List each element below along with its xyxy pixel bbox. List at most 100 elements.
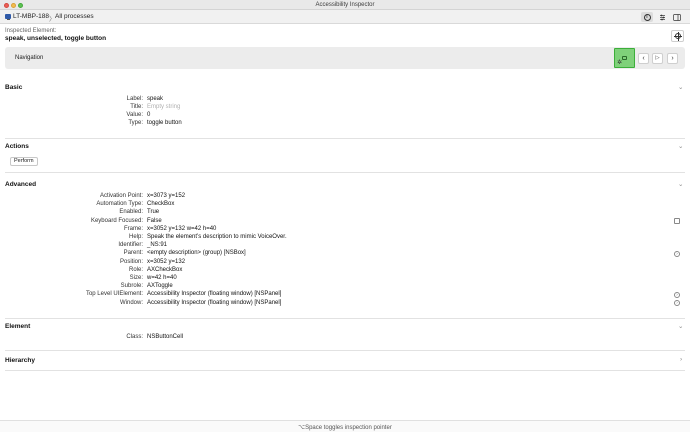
crosshair-icon — [673, 32, 683, 41]
property-row: Frame: x=3052 y=132 w=42 h=40 — [0, 226, 690, 234]
chevron-down-icon[interactable]: ⌄ — [678, 142, 683, 150]
property-key: Subrole: — [120, 283, 143, 290]
property-key: Automation Type: — [96, 201, 143, 208]
property-key: Window: — [119, 299, 143, 306]
property-value: Accessibility Inspector (floating window… — [147, 299, 282, 306]
property-value: NSButtonCell — [147, 334, 184, 340]
settings-button[interactable] — [656, 12, 668, 22]
window-navigate-icon[interactable]: › — [674, 300, 680, 306]
property-key: Top Level UIElement: — [85, 291, 143, 298]
inspection-pointer-button[interactable] — [671, 30, 684, 42]
property-row: Subrole: AXToggle — [0, 283, 690, 291]
sidebar-icon — [673, 13, 681, 21]
property-key: Identifier: — [118, 242, 143, 249]
navigation-bar: Navigation ✲ ‹ ▷ › — [5, 47, 685, 69]
property-value: False — [147, 217, 162, 224]
divider — [5, 318, 685, 319]
section-hierarchy-title[interactable]: Hierarchy — [5, 357, 35, 364]
property-row: Automation Type: CheckBox — [0, 201, 690, 209]
previous-element-button[interactable]: ‹ — [638, 53, 649, 64]
property-value: x=3052 y=132 w=42 h=40 — [147, 225, 217, 232]
property-value: AXToggle — [147, 283, 173, 290]
top-level-navigate-icon[interactable]: › — [674, 292, 680, 298]
section-element-title[interactable]: Element — [5, 323, 30, 330]
section-actions-title[interactable]: Actions — [5, 143, 29, 150]
property-row: Identifier: _NS:91 — [0, 242, 690, 250]
property-key: Position: — [119, 258, 143, 265]
property-key: Enabled: — [119, 209, 143, 216]
property-row: Role: AXCheckBox — [0, 267, 690, 275]
divider — [5, 172, 685, 173]
property-row: Type: toggle button — [0, 120, 690, 128]
inspector-info-button[interactable]: i — [641, 12, 653, 22]
inspected-element-value: speak, unselected, toggle button — [5, 35, 107, 42]
speak-toggle-button[interactable]: ✲ — [614, 48, 635, 68]
property-value: True — [147, 209, 160, 216]
property-value: CheckBox — [147, 201, 175, 208]
status-bar: ⌥Space toggles inspection pointer — [0, 420, 690, 432]
auto-navigate-button[interactable]: ▷ — [652, 53, 663, 64]
property-key: Activation Point: — [99, 193, 143, 199]
property-key: Frame: — [123, 225, 143, 232]
property-key: Title: — [130, 103, 143, 110]
divider — [5, 350, 685, 351]
property-value: x=3052 y=132 — [147, 258, 186, 265]
property-row: Window: Accessibility Inspector (floating… — [0, 300, 690, 308]
property-row: Top Level UIElement: Accessibility Inspec… — [0, 291, 690, 299]
property-value: speak — [147, 95, 164, 102]
chevron-down-icon[interactable]: ⌄ — [678, 180, 683, 188]
property-value: 0 — [147, 112, 151, 119]
property-row: Title: Empty string — [0, 104, 690, 112]
property-key: Help: — [128, 234, 143, 240]
section-basic-title[interactable]: Basic — [5, 84, 22, 91]
chevron-right-icon: › — [671, 55, 674, 62]
property-value: w=42 h=40 — [147, 275, 177, 281]
property-value: _NS:91 — [147, 242, 168, 249]
sidebar-toggle-button[interactable] — [671, 12, 683, 22]
settings-icon — [659, 14, 665, 20]
property-row: Parent: <empty description> (group) [NSBo… — [0, 250, 690, 258]
info-icon: i — [643, 13, 651, 21]
inspected-element-label: Inspected Element: — [5, 28, 57, 34]
property-key: Label: — [126, 95, 143, 102]
property-row: Help: Speak the element’s description to … — [0, 234, 690, 242]
open-external-icon[interactable] — [674, 218, 680, 224]
toolbar: LT-MBP-188 〉 All processes i — [0, 10, 690, 24]
property-value: Speak the element’s description to mimic… — [147, 234, 287, 240]
property-row: Enabled: True — [0, 209, 690, 217]
property-value: Accessibility Inspector (floating window… — [147, 291, 282, 298]
property-key: Role: — [128, 266, 143, 273]
property-value: x=3073 y=152 — [147, 193, 186, 199]
next-element-button[interactable]: › — [667, 53, 678, 64]
process-selector[interactable]: All processes — [55, 13, 94, 20]
title-bar: Accessibility Inspector — [0, 0, 690, 10]
property-key: Class: — [126, 334, 143, 340]
laptop-icon — [5, 13, 11, 20]
property-row: Class: NSButtonCell — [0, 334, 690, 342]
section-advanced-title[interactable]: Advanced — [5, 181, 36, 188]
property-value: <empty description> (group) [NSBox] — [147, 250, 246, 257]
chevron-right-icon[interactable]: › — [680, 356, 682, 363]
gear-icon: ✲ — [617, 60, 623, 66]
property-key: Type: — [128, 120, 143, 127]
chevron-down-icon[interactable]: ⌄ — [678, 322, 683, 330]
property-key: Value: — [126, 112, 143, 119]
property-key: Keyboard Focused: — [90, 217, 143, 224]
chevron-down-icon[interactable]: ⌄ — [678, 83, 683, 91]
property-value: toggle button — [147, 120, 182, 127]
speech-bubble-icon — [622, 56, 627, 60]
divider — [5, 138, 685, 139]
property-value: Empty string — [147, 103, 181, 110]
device-selector[interactable]: LT-MBP-188 — [13, 13, 49, 20]
property-row: Keyboard Focused: False — [0, 218, 690, 226]
parent-navigate-icon[interactable]: › — [674, 251, 680, 257]
window-title: Accessibility Inspector — [315, 1, 375, 8]
perform-button[interactable]: Perform — [10, 157, 38, 166]
divider — [5, 370, 685, 371]
property-key: Size: — [129, 275, 143, 281]
play-icon: ▷ — [655, 54, 660, 61]
navigation-label: Navigation — [15, 55, 44, 61]
property-row: Activation Point: x=3073 y=152 — [0, 193, 690, 201]
property-row: Position: x=3052 y=132 — [0, 259, 690, 267]
property-row: Size: w=42 h=40 — [0, 275, 690, 283]
